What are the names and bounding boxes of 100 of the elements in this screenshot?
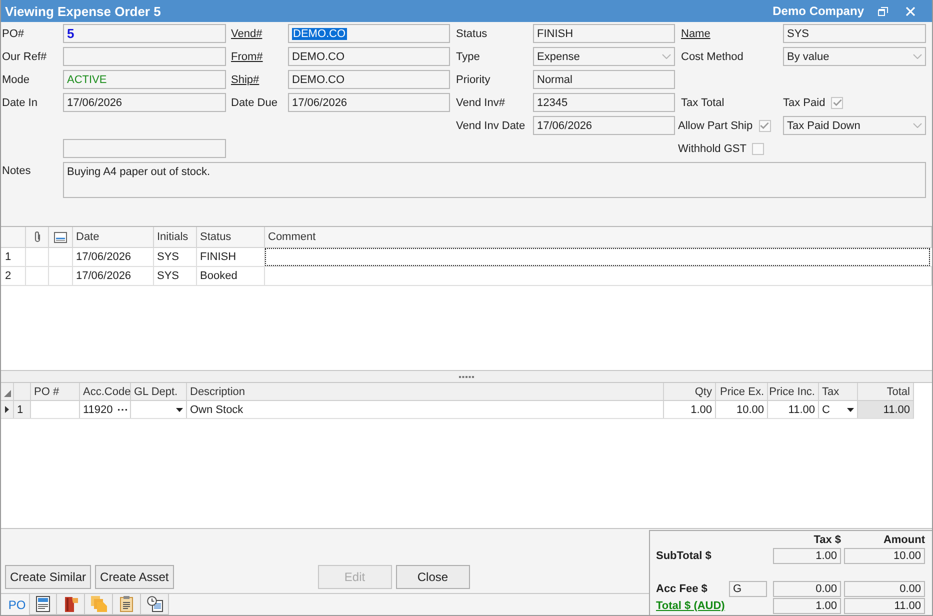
checkbox[interactable]: [758, 120, 771, 132]
table-cell: 17/06/2026: [73, 267, 154, 285]
text-field[interactable]: 5: [63, 24, 226, 43]
amount-field: 1.00: [773, 548, 841, 564]
total-label: Acc Fee $: [656, 583, 708, 595]
table-cell: SYS: [154, 248, 197, 266]
checkbox[interactable]: [831, 96, 844, 108]
window-title: Viewing Expense Order 5: [5, 4, 161, 18]
tab[interactable]: [113, 594, 141, 615]
table-cell: FINISH: [197, 248, 265, 266]
table-cell: 11920: [83, 404, 113, 416]
code-field[interactable]: G: [729, 581, 767, 597]
table-cell: 11.00: [858, 401, 914, 418]
row-number: 1: [14, 401, 31, 418]
field-label: Cost Method: [681, 50, 744, 62]
field-label: Notes: [2, 165, 31, 177]
text-field[interactable]: ACTIVE: [63, 70, 226, 89]
table-cell: SYS: [154, 267, 197, 285]
checkmark-icon: [832, 99, 842, 106]
table-cell: Own Stock: [187, 401, 664, 418]
table-cell: 11.00: [768, 401, 819, 418]
field-label: Status: [456, 28, 488, 40]
column-header[interactable]: Date: [73, 227, 154, 247]
column-header[interactable]: GL Dept.: [131, 383, 187, 400]
total-label: Total $ (AUD): [656, 600, 726, 612]
field-label: Vend Inv Date: [456, 120, 526, 132]
column-header[interactable]: PO #: [31, 383, 80, 400]
checkbox-label: Allow Part Ship: [678, 120, 753, 132]
restore-icon[interactable]: [878, 6, 888, 16]
table-cell: 10.00: [716, 401, 768, 418]
text-field[interactable]: DEMO.CO: [288, 47, 450, 66]
clipboard-icon: [120, 596, 133, 612]
focused-cell[interactable]: [265, 248, 930, 266]
note-icon: [54, 232, 67, 242]
text-field[interactable]: DEMO.CO: [288, 24, 450, 43]
checkbox-label: Tax Paid: [783, 96, 826, 108]
text-field[interactable]: 17/06/2026: [288, 93, 450, 112]
field-label: Date Due: [231, 96, 278, 108]
chevron-down-icon[interactable]: [662, 54, 671, 59]
text-field[interactable]: Normal: [533, 70, 675, 89]
corner-triangle-icon[interactable]: [4, 390, 10, 397]
text-field[interactable]: [63, 47, 226, 66]
column-header[interactable]: Price Inc.: [768, 383, 819, 400]
total-label: SubTotal $: [656, 550, 712, 562]
stacked-pages-icon: [90, 596, 106, 612]
amount-field: 10.00: [844, 548, 925, 564]
text-field[interactable]: [63, 139, 226, 158]
field-label: PO#: [2, 28, 24, 40]
text-field[interactable]: 17/06/2026: [63, 93, 226, 112]
text-field[interactable]: SYS: [783, 24, 926, 43]
column-header[interactable]: Qty: [664, 383, 716, 400]
amount-field: 1.00: [773, 598, 841, 614]
chevron-down-icon[interactable]: [913, 123, 922, 128]
column-header[interactable]: Price Ex.: [716, 383, 768, 400]
action-button[interactable]: Create Asset: [95, 565, 174, 589]
table-cell: Booked: [197, 267, 265, 285]
chevron-down-icon[interactable]: [913, 54, 922, 59]
caret-down-icon[interactable]: [176, 408, 183, 412]
action-button[interactable]: Close: [396, 565, 470, 589]
column-header[interactable]: Comment: [265, 227, 932, 247]
text-field[interactable]: 17/06/2026: [533, 116, 675, 135]
table-cell: 17/06/2026: [73, 248, 154, 266]
field-label: Date In: [2, 96, 38, 108]
text-field[interactable]: 12345: [533, 93, 675, 112]
column-header[interactable]: Acc.Code: [80, 383, 131, 400]
dropdown-field[interactable]: Tax Paid Down: [783, 116, 926, 135]
column-header[interactable]: Total: [858, 383, 914, 400]
tab[interactable]: [29, 594, 57, 615]
column-header[interactable]: Description: [187, 383, 664, 400]
text-field[interactable]: DEMO.CO: [288, 70, 450, 89]
dropdown-field[interactable]: By value: [783, 47, 926, 66]
dropdown-field[interactable]: Expense: [533, 47, 675, 66]
table-cell: 1.00: [664, 401, 716, 418]
text-field[interactable]: FINISH: [533, 24, 675, 43]
field-link[interactable]: Ship#: [231, 74, 260, 86]
caret-down-icon[interactable]: [847, 408, 854, 412]
tab[interactable]: [57, 594, 85, 615]
company-name: Demo Company: [772, 4, 864, 18]
amount-field: 0.00: [773, 581, 841, 597]
field-label: Vend Inv#: [456, 96, 505, 108]
field-link[interactable]: Vend#: [231, 28, 262, 40]
close-icon[interactable]: [906, 6, 915, 16]
notes-field[interactable]: Buying A4 paper out of stock.: [63, 162, 926, 198]
clock-document-icon: [146, 596, 162, 612]
column-header: Tax $: [812, 534, 841, 546]
checkbox-label: Withhold GST: [678, 142, 746, 154]
paperclip-icon: [34, 231, 40, 243]
action-button[interactable]: Create Similar: [5, 565, 92, 589]
field-link[interactable]: From#: [231, 50, 263, 62]
column-header[interactable]: Initials: [154, 227, 197, 247]
column-header[interactable]: Tax: [819, 383, 858, 400]
field-label: Tax Total: [681, 96, 724, 108]
tab[interactable]: PO: [5, 594, 29, 615]
form-icon: [36, 596, 50, 612]
field-label: Type: [456, 50, 480, 62]
amount-field: 11.00: [844, 598, 925, 614]
checkbox[interactable]: [752, 142, 764, 154]
column-header[interactable]: Status: [197, 227, 265, 247]
field-link[interactable]: Name: [681, 28, 710, 40]
tab[interactable]: [141, 594, 169, 615]
